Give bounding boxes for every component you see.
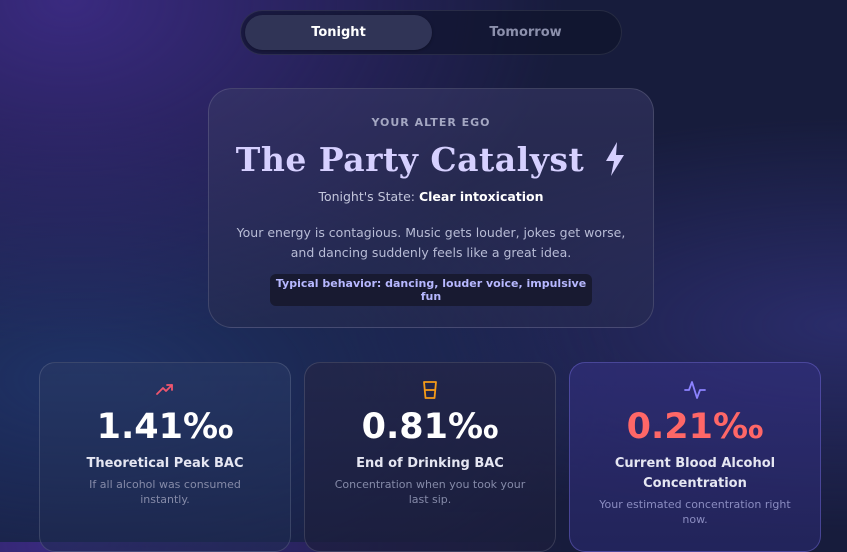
stat-value: 1.41‰ xyxy=(96,407,234,447)
stat-card-theoretical-peak: 1.41‰ Theoretical Peak BAC If all alcoho… xyxy=(39,362,291,552)
state-value: Clear intoxication xyxy=(418,189,544,204)
stat-card-end-of-drinking: 0.81‰ End of Drinking BAC Concentration … xyxy=(304,362,556,552)
alter-ego-title: The Party Catalyst xyxy=(235,139,585,179)
stat-description: If all alcohol was consumed instantly. xyxy=(89,478,241,506)
tab-tonight[interactable]: Tonight xyxy=(245,15,432,50)
stat-value: 0.21‰ xyxy=(626,407,764,447)
stat-label: End of Drinking BAC xyxy=(356,456,504,471)
tab-tomorrow[interactable]: Tomorrow xyxy=(432,15,619,50)
stat-description: Your estimated concentration right now. xyxy=(599,498,791,526)
stat-value: 0.81‰ xyxy=(361,407,499,447)
stat-label: Theoretical Peak BAC xyxy=(86,456,244,471)
glass-icon xyxy=(305,380,555,400)
pulse-icon xyxy=(570,380,820,400)
state-prefix: Tonight's State: xyxy=(318,189,415,204)
trending-up-icon xyxy=(40,380,290,400)
stat-description: Concentration when you took your last si… xyxy=(334,478,526,506)
alter-ego-kicker: YOUR ALTER EGO xyxy=(371,116,491,129)
alter-ego-description: Your energy is contagious. Music gets lo… xyxy=(236,225,626,260)
typical-behavior-badge: Typical behavior: dancing, louder voice,… xyxy=(270,274,592,306)
stat-card-current-bac: 0.21‰ Current Blood Alcohol Concentratio… xyxy=(569,362,821,552)
stat-label: Current Blood Alcohol Concentration xyxy=(614,456,776,491)
day-toggle: Tonight Tomorrow xyxy=(240,10,622,55)
alter-ego-title-row: The Party Catalyst xyxy=(209,137,653,181)
lightning-bolt-icon xyxy=(604,141,626,177)
alter-ego-card: YOUR ALTER EGO The Party Catalyst Tonigh… xyxy=(208,88,654,328)
alter-ego-state: Tonight's State: Clear intoxication xyxy=(209,189,653,204)
